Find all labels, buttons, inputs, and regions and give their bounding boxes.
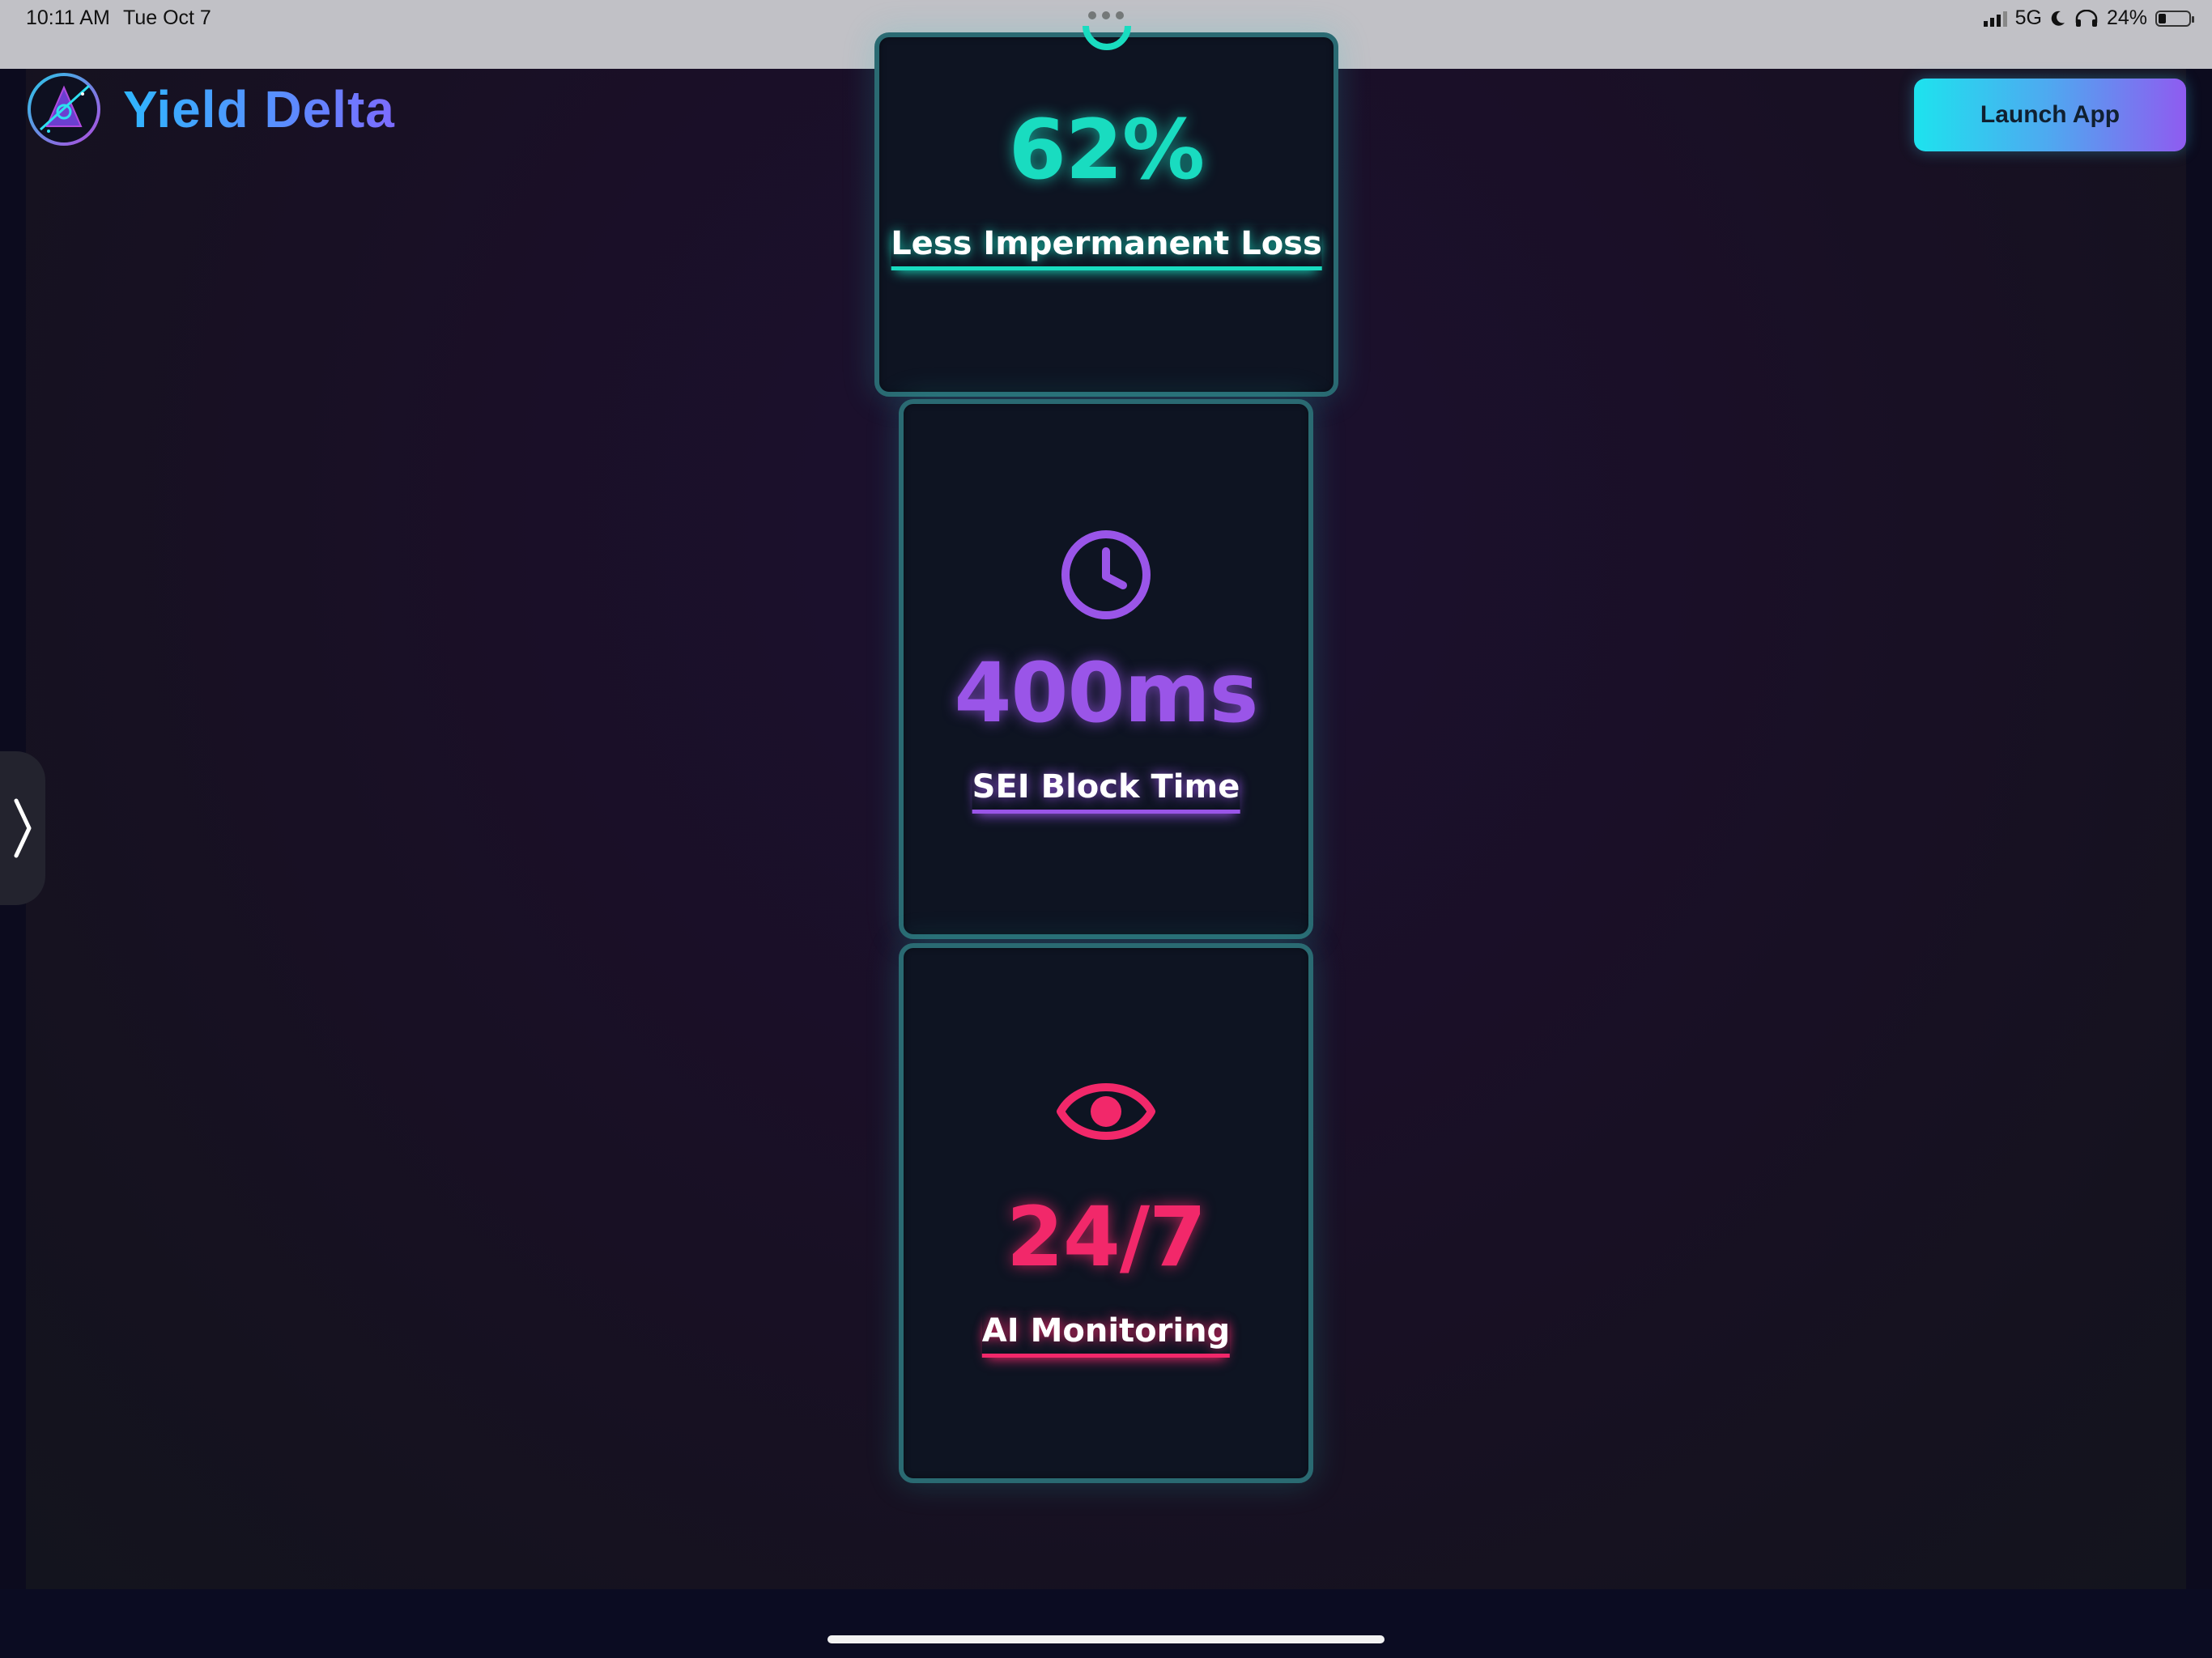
status-date: Tue Oct 7 (123, 6, 211, 29)
more-options-icon[interactable] (1088, 11, 1124, 19)
moon-icon (2051, 11, 2065, 26)
stat-value: 24/7 (1006, 1189, 1206, 1286)
page-bottom-area (0, 1589, 2212, 1658)
cellular-signal-icon (1983, 11, 2007, 27)
battery-percent: 24% (2106, 6, 2147, 29)
chevron-right-icon (14, 798, 32, 858)
headphones-icon (2075, 9, 2098, 27)
home-indicator[interactable] (827, 1635, 1385, 1643)
yield-delta-logo[interactable] (26, 71, 102, 147)
stat-value: 62% (1008, 102, 1205, 198)
battery-icon (2155, 10, 2194, 27)
brand-name[interactable]: Yield Delta (123, 79, 395, 139)
clock-icon (1061, 530, 1151, 619)
status-indicators: 5G 24% (1983, 6, 2194, 30)
stat-label: Less Impermanent Loss (891, 225, 1322, 270)
network-type: 5G (2014, 6, 2042, 29)
eye-icon (1057, 1083, 1155, 1140)
trend-icon (1082, 26, 1131, 50)
stat-label: SEI Block Time (972, 768, 1240, 814)
stat-card-ai-monitoring: 24/7 AI Monitoring (899, 943, 1313, 1483)
stat-label: AI Monitoring (981, 1312, 1231, 1358)
status-time: 10:11 AM (26, 6, 110, 29)
stat-card-impermanent-loss: 62% Less Impermanent Loss (874, 26, 1338, 397)
stat-card-block-time: 400ms SEI Block Time (899, 399, 1313, 939)
battery-level-fill (2159, 13, 2166, 23)
sidebar-toggle-tab[interactable] (0, 751, 45, 905)
launch-app-button[interactable]: Launch App (1914, 79, 2186, 151)
stat-value: 400ms (954, 645, 1259, 742)
